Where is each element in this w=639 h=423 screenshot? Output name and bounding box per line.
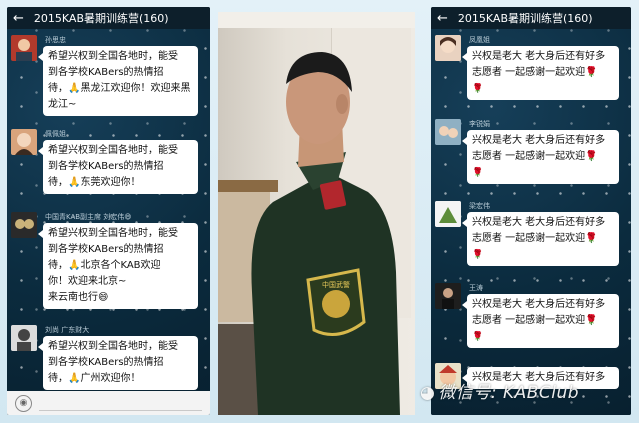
sender-name: 凤凰姐: [469, 36, 490, 44]
message-line: 希望兴权到全国各地时，能受: [48, 341, 178, 352]
message-line: 来云南也行😄: [48, 292, 109, 303]
message-line: 待，🙏北京各个KAB欢迎: [48, 260, 161, 271]
voice-icon[interactable]: ◉: [15, 394, 32, 412]
message-bubble[interactable]: 兴权是老大 老大身后还有好多 志愿者 一起感谢一起欢迎🌹 🌹: [462, 130, 619, 184]
message-line: 你！欢迎来北京~: [48, 276, 127, 287]
message-line: 希望兴权到全国各地时，能受: [48, 228, 178, 239]
message-line: 🌹: [472, 332, 484, 342]
message-bubble[interactable]: 希望兴权到全国各地时，能受 到各学校KABers的热情招 待，🙏北京各个KAB欢…: [38, 223, 198, 309]
chat-message: 王涛 兴权是老大 老大身后还有好多 志愿者 一起感谢一起欢迎🌹 🌹: [435, 283, 627, 355]
message-line: 志愿者 一起感谢一起欢迎🌹: [472, 315, 598, 326]
message-bubble[interactable]: 兴权是老大 老大身后还有好多 志愿者 一起感谢一起欢迎🌹 🌹: [462, 212, 619, 266]
back-arrow-icon[interactable]: ←: [437, 11, 448, 26]
wechat-watermark: ◕ 微信号: KABClub: [420, 378, 579, 403]
sender-name: 梁宏伟: [469, 202, 490, 210]
message-line: 志愿者 一起感谢一起欢迎🌹: [472, 151, 598, 162]
chat-title-bar: ← 2015KAB暑期训练营(160): [431, 7, 631, 29]
message-line: 到各学校KABers的热情招: [48, 161, 164, 172]
sender-name: 中国青KAB副主席 刘宏伟😄: [45, 213, 132, 221]
avatar[interactable]: [11, 35, 37, 61]
chat-area[interactable]: 孙思忠 希望兴权到全国各地时，能受 到各学校KABers的热情招 待，🙏黑龙江欢…: [7, 29, 210, 415]
avatar[interactable]: [435, 35, 461, 61]
message-line: 希望兴权到全国各地时，能受: [48, 51, 178, 62]
wechat-icon: ◕: [420, 383, 436, 403]
sender-name: 李锐娟: [469, 120, 490, 128]
avatar[interactable]: [435, 119, 461, 145]
soldier-figure: 中国武警: [251, 52, 400, 415]
message-line: 兴权是老大 老大身后还有好多: [472, 217, 606, 228]
chat-message: 李锐娟 兴权是老大 老大身后还有好多 志愿者 一起感谢一起欢迎🌹 🌹: [435, 119, 627, 191]
watermark-text: 微信号: KABClub: [438, 383, 580, 403]
avatar[interactable]: [11, 129, 37, 155]
message-line: 志愿者 一起感谢一起欢迎🌹: [472, 233, 598, 244]
message-line: 兴权是老大 老大身后还有好多: [472, 51, 606, 62]
arm-badge-text: 中国武警: [322, 280, 350, 289]
message-line: 到各学校KABers的热情招: [48, 357, 164, 368]
avatar[interactable]: [11, 325, 37, 351]
message-line: 兴权是老大 老大身后还有好多: [472, 135, 606, 146]
message-line: 兴权是老大 老大身后还有好多: [472, 299, 606, 310]
avatar[interactable]: [11, 212, 37, 238]
sender-name: 孙思忠: [45, 36, 66, 44]
message-line: 待，🙏黑龙江欢迎你！欢迎来黑龙江~: [48, 83, 191, 110]
message-line: 待，🙏东莞欢迎你！: [48, 177, 141, 188]
message-line: 待，🙏广州欢迎你！: [48, 373, 141, 384]
chat-message: 孙思忠 希望兴权到全国各地时，能受 到各学校KABers的热情招 待，🙏黑龙江欢…: [11, 35, 206, 116]
sender-name: 刘尚 广东财大: [45, 326, 90, 334]
message-line: 🌹: [472, 168, 484, 178]
chat-message: 刘尚 广东财大 希望兴权到全国各地时，能受 到各学校KABers的热情招 待，🙏…: [11, 325, 206, 395]
message-line: 🌹: [472, 250, 484, 260]
message-line: 志愿者 一起感谢一起欢迎🌹: [472, 67, 598, 78]
message-bubble[interactable]: 希望兴权到全国各地时，能受 到各学校KABers的热情招 待，🙏黑龙江欢迎你！欢…: [38, 46, 198, 116]
message-bubble[interactable]: 希望兴权到全国各地时，能受 到各学校KABers的热情招 待，🙏东莞欢迎你！: [38, 140, 198, 194]
chat-message: 凤凰姐 兴权是老大 老大身后还有好多 志愿者 一起感谢一起欢迎🌹 🌹: [435, 35, 627, 107]
back-arrow-icon[interactable]: ←: [13, 11, 24, 26]
message-line: 🌹: [472, 84, 484, 94]
chat-message: 中国青KAB副主席 刘宏伟😄 希望兴权到全国各地时，能受 到各学校KABers的…: [11, 212, 206, 312]
message-line: 到各学校KABers的热情招: [48, 244, 164, 255]
message-line: 希望兴权到全国各地时，能受: [48, 145, 178, 156]
chat-message: 梁宏伟 兴权是老大 老大身后还有好多 志愿者 一起感谢一起欢迎🌹 🌹: [435, 201, 627, 273]
soldier-photo: 中国武警: [218, 12, 415, 415]
chat-screenshot-right: ← 2015KAB暑期训练营(160) 凤凰姐 兴权是老大 老大身后还有好多 志…: [431, 7, 631, 415]
avatar[interactable]: [435, 283, 461, 309]
message-bubble[interactable]: 兴权是老大 老大身后还有好多 志愿者 一起感谢一起欢迎🌹 🌹: [462, 294, 619, 348]
chat-area[interactable]: 凤凰姐 兴权是老大 老大身后还有好多 志愿者 一起感谢一起欢迎🌹 🌹 李锐娟 兴…: [431, 29, 631, 415]
message-bubble[interactable]: 兴权是老大 老大身后还有好多 志愿者 一起感谢一起欢迎🌹 🌹: [462, 46, 619, 100]
message-bubble[interactable]: 希望兴权到全国各地时，能受 到各学校KABers的热情招 待，🙏广州欢迎你！: [38, 336, 198, 390]
chat-screenshot-left: ← 2015KAB暑期训练营(160) 孙思忠 希望兴权到全国各地时，能受 到各…: [7, 7, 210, 415]
sender-name: 佩佩姐: [45, 130, 66, 138]
chat-title: 2015KAB暑期训练营(160): [457, 12, 593, 25]
avatar[interactable]: [435, 201, 461, 227]
sender-name: 王涛: [469, 284, 483, 292]
chat-message: 佩佩姐 希望兴权到全国各地时，能受 到各学校KABers的热情招 待，🙏东莞欢迎…: [11, 129, 206, 199]
message-line: 到各学校KABers的热情招: [48, 67, 164, 78]
message-input[interactable]: [39, 395, 202, 411]
chat-title: 2015KAB暑期训练营(160): [33, 12, 169, 25]
message-input-bar: ◉: [7, 391, 210, 415]
chat-title-bar: ← 2015KAB暑期训练营(160): [7, 7, 210, 29]
